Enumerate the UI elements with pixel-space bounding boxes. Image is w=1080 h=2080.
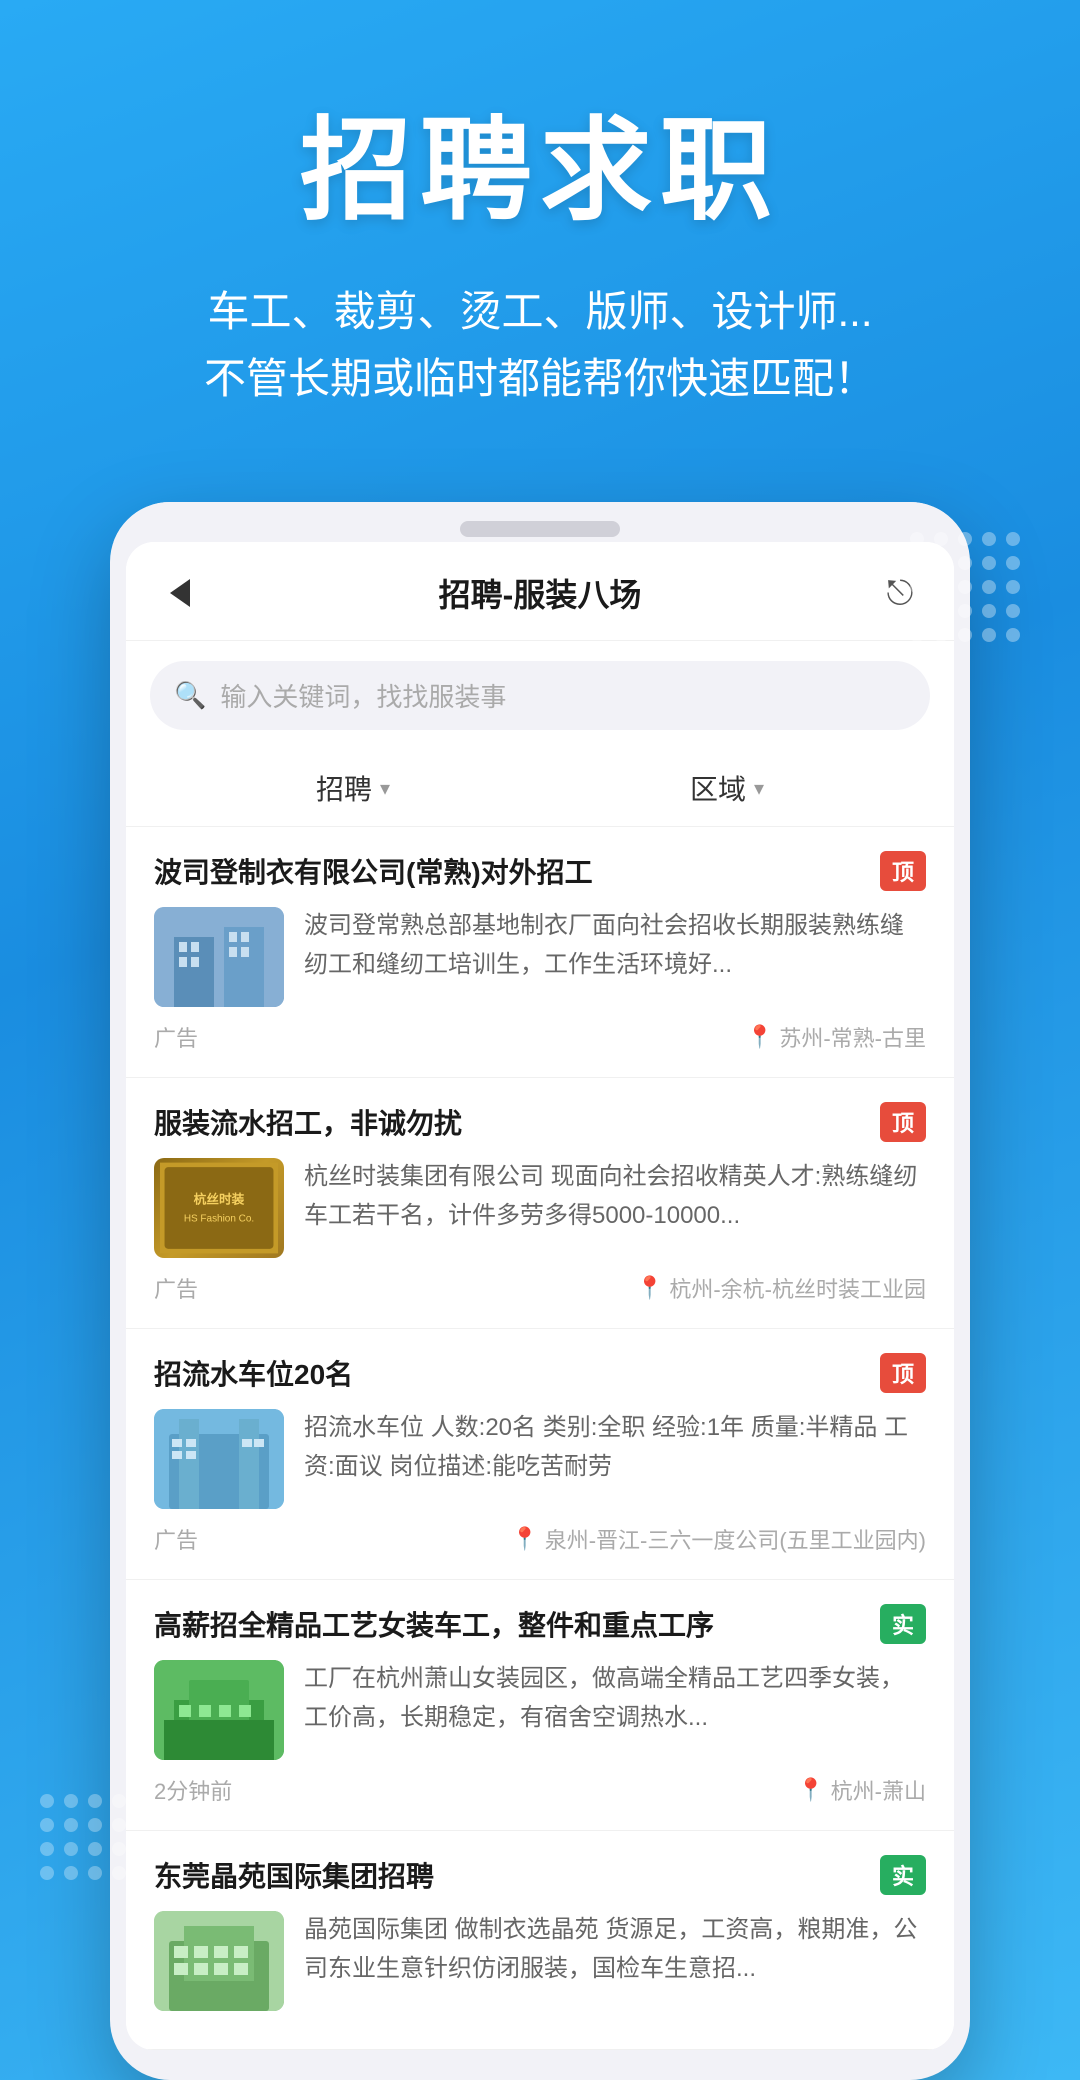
filter-tab-recruit-label: 招聘 xyxy=(316,768,372,808)
job-title-2: 服装流水招工，非诚勿扰 xyxy=(154,1102,868,1142)
job-list: 波司登制衣有限公司(常熟)对外招工 顶 xyxy=(126,827,954,2050)
job-card-3[interactable]: 招流水车位20名 顶 xyxy=(126,1329,954,1580)
job-card-1[interactable]: 波司登制衣有限公司(常熟)对外招工 顶 xyxy=(126,827,954,1078)
job-desc-5: 晶苑国际集团 做制衣选晶苑 货源足，工资高，粮期准，公司东业生意针织仿闭服装，国… xyxy=(304,1911,926,2011)
nav-bar: 招聘-服装八场 ⎋ xyxy=(126,542,954,641)
job-card-2-footer: 广告 📍 杭州-余杭-杭丝时装工业园 xyxy=(154,1272,926,1304)
hero-section: 招聘求职 车工、裁剪、烫工、版师、设计师... 不管长期或临时都能帮你快速匹配！ xyxy=(0,0,1080,452)
job-meta-ad-3: 广告 xyxy=(154,1523,198,1555)
job-card-1-header: 波司登制衣有限公司(常熟)对外招工 顶 xyxy=(154,851,926,891)
job-meta-time-4: 2分钟前 xyxy=(154,1774,232,1806)
job-title-1: 波司登制衣有限公司(常熟)对外招工 xyxy=(154,851,868,891)
job-card-2-body: 杭丝时装 HS Fashion Co. 杭丝时装集团有限公司 现面向社会招收精英… xyxy=(154,1158,926,1258)
job-title-4: 高薪招全精品工艺女装车工，整件和重点工序 xyxy=(154,1604,868,1644)
job-card-2-header: 服装流水招工，非诚勿扰 顶 xyxy=(154,1102,926,1142)
job-card-4-header: 高薪招全精品工艺女装车工，整件和重点工序 实 xyxy=(154,1604,926,1644)
thumb-building-img-3 xyxy=(154,1409,284,1509)
hero-subtitle-line1: 车工、裁剪、烫工、版师、设计师... xyxy=(60,278,1020,345)
job-title-5: 东莞晶苑国际集团招聘 xyxy=(154,1855,868,1895)
top-badge-2: 顶 xyxy=(880,1102,926,1142)
phone-notch xyxy=(460,521,620,537)
job-card-3-footer: 广告 📍 泉州-晋江-三六一度公司(五里工业园内) xyxy=(154,1523,926,1555)
job-card-2[interactable]: 服装流水招工，非诚勿扰 顶 杭丝时装 HS Fashion Co. xyxy=(126,1078,954,1329)
search-bar[interactable]: 🔍 输入关键词，找找服装事 xyxy=(150,661,930,730)
job-card-5-header: 东莞晶苑国际集团招聘 实 xyxy=(154,1855,926,1895)
job-location-3: 📍 泉州-晋江-三六一度公司(五里工业园内) xyxy=(511,1523,926,1555)
real-badge-4: 实 xyxy=(880,1604,926,1644)
job-card-5-body: 晶苑国际集团 做制衣选晶苑 货源足，工资高，粮期准，公司东业生意针织仿闭服装，国… xyxy=(154,1911,926,2011)
job-desc-3: 招流水车位 人数:20名 类别:全职 经验:1年 质量:半精品 工资:面议 岗位… xyxy=(304,1409,926,1509)
real-badge-5: 实 xyxy=(880,1855,926,1895)
job-location-2: 📍 杭州-余杭-杭丝时装工业园 xyxy=(636,1272,926,1304)
job-card-4-footer: 2分钟前 📍 杭州-萧山 xyxy=(154,1774,926,1806)
job-card-1-body: 波司登常熟总部基地制衣厂面向社会招收长期服装熟练缝纫工和缝纫工培训生，工作生活环… xyxy=(154,907,926,1007)
hero-subtitle-line2: 不管长期或临时都能帮你快速匹配！ xyxy=(60,345,1020,412)
filter-tab-recruit[interactable]: 招聘 ▾ xyxy=(316,768,390,808)
chevron-down-icon-2: ▾ xyxy=(754,776,764,801)
top-badge-3: 顶 xyxy=(880,1353,926,1393)
back-icon xyxy=(170,579,190,607)
job-thumbnail-2: 杭丝时装 HS Fashion Co. xyxy=(154,1158,284,1258)
job-card-3-body: 招流水车位 人数:20名 类别:全职 经验:1年 质量:半精品 工资:面议 岗位… xyxy=(154,1409,926,1509)
svg-text:HS Fashion Co.: HS Fashion Co. xyxy=(184,1214,254,1225)
job-location-4: 📍 杭州-萧山 xyxy=(797,1774,926,1806)
thumb-building-img-1 xyxy=(154,907,284,1007)
job-location-1: 📍 苏州-常熟-古里 xyxy=(746,1021,926,1053)
thumb-hotel-img-5 xyxy=(154,1911,284,2011)
filter-tab-region-label: 区域 xyxy=(690,768,746,808)
job-card-3-header: 招流水车位20名 顶 xyxy=(154,1353,926,1393)
job-card-4-body: 工厂在杭州萧山女装园区，做高端全精品工艺四季女装，工价高，长期稳定，有宿舍空调热… xyxy=(154,1660,926,1760)
filter-tabs: 招聘 ▾ 区域 ▾ xyxy=(126,750,954,827)
job-desc-4: 工厂在杭州萧山女装园区，做高端全精品工艺四季女装，工价高，长期稳定，有宿舍空调热… xyxy=(304,1660,926,1760)
phone-wrapper: 招聘-服装八场 ⎋ 🔍 输入关键词，找找服装事 招聘 ▾ 区域 ▾ xyxy=(0,452,1080,2080)
location-icon-2: 📍 xyxy=(636,1275,663,1301)
location-icon-1: 📍 xyxy=(746,1024,773,1050)
job-desc-2: 杭丝时装集团有限公司 现面向社会招收精英人才:熟练缝纫车工若干名，计件多劳多得5… xyxy=(304,1158,926,1258)
job-thumbnail-3 xyxy=(154,1409,284,1509)
back-button[interactable] xyxy=(158,571,202,615)
job-meta-ad-2: 广告 xyxy=(154,1272,198,1304)
location-icon-3: 📍 xyxy=(511,1526,538,1552)
job-card-1-footer: 广告 📍 苏州-常熟-古里 xyxy=(154,1021,926,1053)
job-meta-ad-1: 广告 xyxy=(154,1021,198,1053)
chevron-down-icon: ▾ xyxy=(380,776,390,801)
hero-title: 招聘求职 xyxy=(60,80,1020,242)
nav-title: 招聘-服装八场 xyxy=(439,570,642,616)
search-icon: 🔍 xyxy=(174,680,206,711)
filter-tab-region[interactable]: 区域 ▾ xyxy=(690,768,764,808)
job-thumbnail-5 xyxy=(154,1911,284,2011)
job-card-5[interactable]: 东莞晶苑国际集团招聘 实 xyxy=(126,1831,954,2050)
thumb-fashion-img-2: 杭丝时装 HS Fashion Co. xyxy=(154,1158,284,1258)
job-desc-1: 波司登常熟总部基地制衣厂面向社会招收长期服装熟练缝纫工和缝纫工培训生，工作生活环… xyxy=(304,907,926,1007)
thumb-green-img-4 xyxy=(154,1660,284,1760)
decorative-dots-left xyxy=(40,1794,126,1880)
decorative-dots-right xyxy=(910,532,1020,642)
phone-top-bar xyxy=(110,502,970,542)
top-badge-1: 顶 xyxy=(880,851,926,891)
job-title-3: 招流水车位20名 xyxy=(154,1353,868,1393)
location-icon-4: 📍 xyxy=(797,1777,824,1803)
job-card-4[interactable]: 高薪招全精品工艺女装车工，整件和重点工序 实 xyxy=(126,1580,954,1831)
job-thumbnail-1 xyxy=(154,907,284,1007)
svg-text:杭丝时装: 杭丝时装 xyxy=(194,1192,245,1207)
job-thumbnail-4 xyxy=(154,1660,284,1760)
phone-mockup: 招聘-服装八场 ⎋ 🔍 输入关键词，找找服装事 招聘 ▾ 区域 ▾ xyxy=(110,502,970,2080)
app-content: 招聘-服装八场 ⎋ 🔍 输入关键词，找找服装事 招聘 ▾ 区域 ▾ xyxy=(126,542,954,2050)
search-placeholder: 输入关键词，找找服装事 xyxy=(220,677,506,714)
